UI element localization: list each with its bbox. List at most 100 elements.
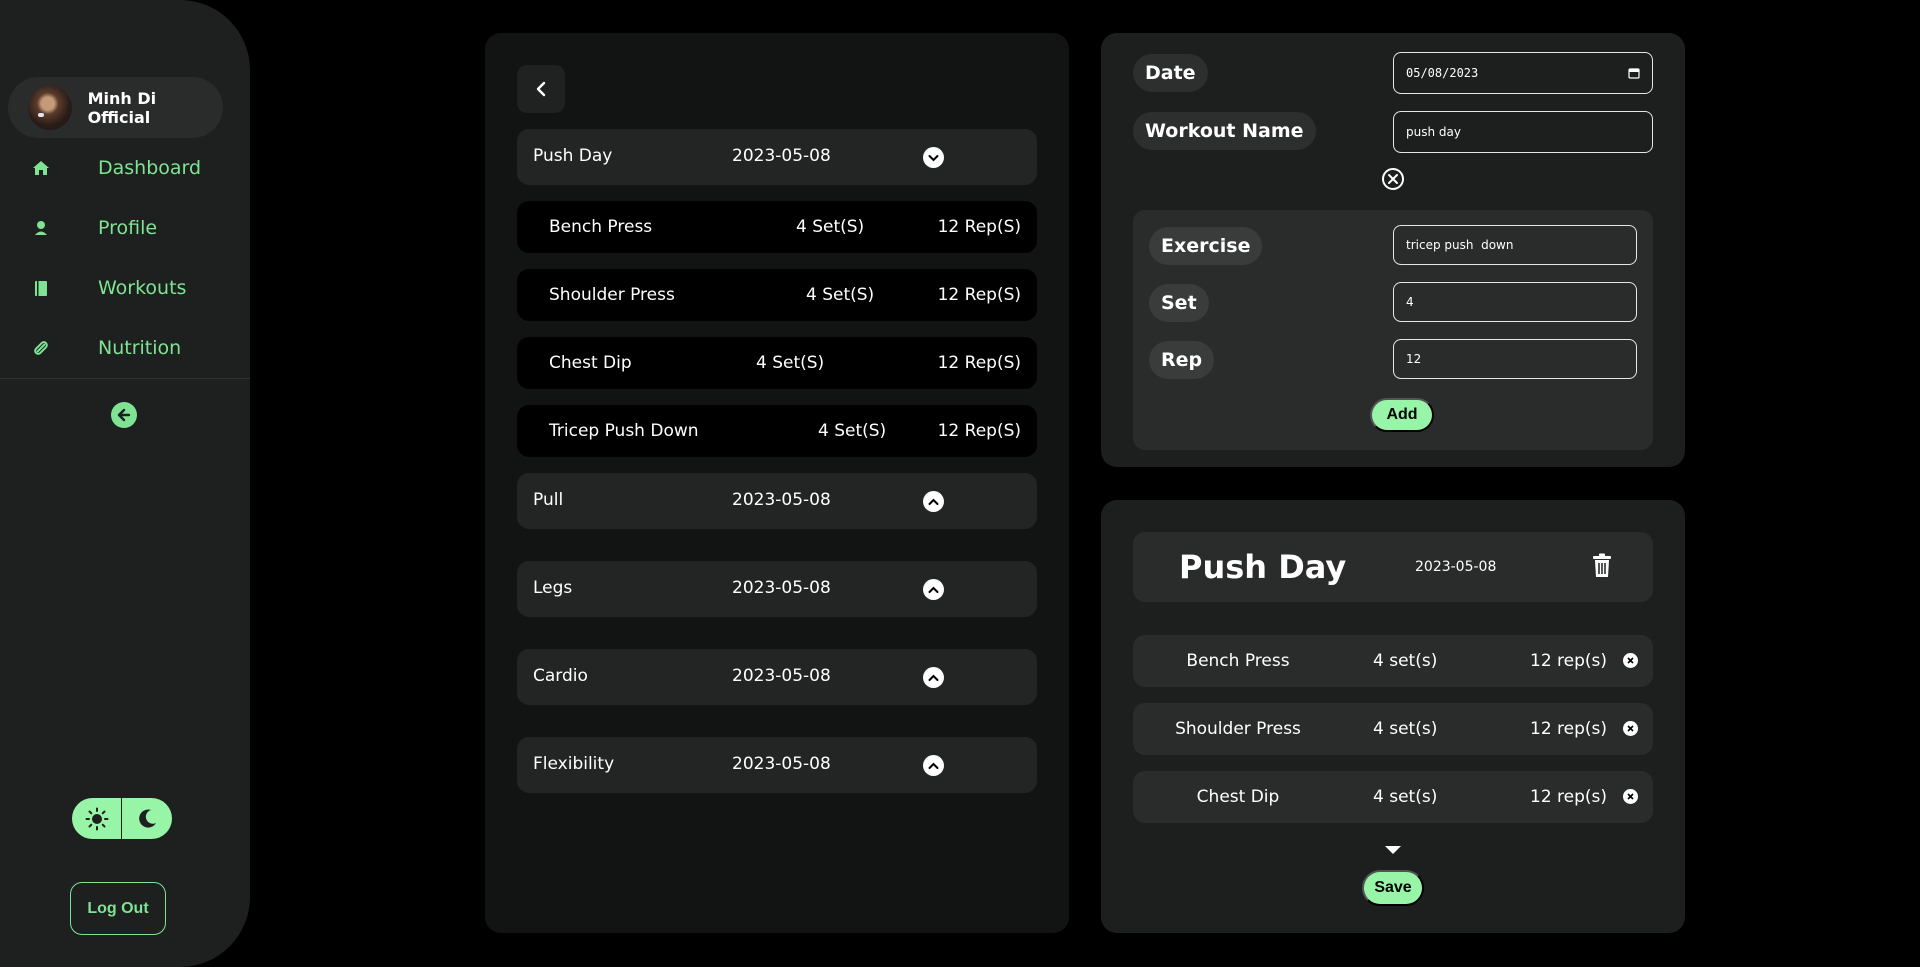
collapse-sidebar-button[interactable] [111,402,137,428]
book-icon [31,278,51,298]
arrow-left-icon [117,408,131,422]
exercise-name: Shoulder Press [549,285,675,305]
workout-name: Cardio [533,666,588,686]
workout-row-legs[interactable]: Legs 2023-05-08 [517,561,1037,617]
exercise-value: tricep push down [1406,238,1514,252]
preview-row: Shoulder Press 4 set(s) 12 rep(s) [1133,703,1653,755]
workout-name-label: Workout Name [1133,112,1316,150]
preview-exercise-sets: 4 set(s) [1373,651,1438,671]
set-label: Set [1149,284,1209,322]
sidebar-item-dashboard[interactable]: Dashboard [0,148,250,188]
preview-row: Bench Press 4 set(s) 12 rep(s) [1133,635,1653,687]
light-mode-button[interactable] [72,798,122,839]
preview-title: Push Day [1179,548,1347,586]
trash-icon[interactable] [1591,553,1613,579]
sidebar-item-label: Workouts [98,277,187,299]
chevron-up-icon[interactable] [923,491,944,512]
workout-date: 2023-05-08 [732,490,831,510]
workout-name-field[interactable]: push day [1393,111,1653,153]
preview-date: 2023-05-08 [1415,559,1497,575]
set-field[interactable]: 4 [1393,282,1637,322]
workout-row-cardio[interactable]: Cardio 2023-05-08 [517,649,1037,705]
preview-exercise-name: Shoulder Press [1175,719,1301,739]
set-value: 4 [1406,295,1414,309]
chevron-up-icon[interactable] [923,755,944,776]
preview-exercise-reps: 12 rep(s) [1530,787,1608,807]
exercise-name: Bench Press [549,217,653,237]
date-field[interactable]: 05/08/2023 [1393,52,1653,94]
exercise-sets: 4 Set(S) [818,421,887,441]
sidebar: Minh Di Official Dashboard Profile Worko… [0,0,250,967]
exercise-sets: 4 Set(S) [756,353,825,373]
remove-exercise-icon[interactable] [1623,789,1638,804]
avatar [28,85,72,130]
workout-date: 2023-05-08 [732,754,831,774]
exercise-form: Exercise tricep push down Set 4 Rep 12 A… [1133,210,1653,450]
sidebar-item-nutrition[interactable]: Nutrition [0,328,250,368]
workout-row-pull[interactable]: Pull 2023-05-08 [517,473,1037,529]
back-button[interactable] [517,65,565,113]
exercise-reps: 12 Rep(S) [937,353,1021,373]
exercise-name: Tricep Push Down [549,421,699,441]
rep-label: Rep [1149,341,1215,379]
chevron-left-icon [536,81,546,97]
exercise-reps: 12 Rep(S) [937,285,1021,305]
workout-row-flexibility[interactable]: Flexibility 2023-05-08 [517,737,1037,793]
exercise-reps: 12 Rep(S) [937,421,1021,441]
exercise-row: Bench Press 4 Set(S) 12 Rep(S) [517,201,1037,253]
add-exercise-button[interactable]: Add [1370,398,1434,432]
exercise-sets: 4 Set(S) [796,217,865,237]
remove-exercise-icon[interactable] [1623,653,1638,668]
workout-name-value: push day [1406,125,1461,139]
exercise-row: Shoulder Press 4 Set(S) 12 Rep(S) [517,269,1037,321]
workout-preview-panel: Push Day 2023-05-08 Bench Press 4 set(s)… [1101,500,1685,933]
workout-date: 2023-05-08 [732,146,831,166]
workout-name: Pull [533,490,564,510]
chevron-down-icon[interactable] [923,147,944,168]
user-icon [31,218,51,238]
chevron-up-icon[interactable] [923,579,944,600]
sidebar-item-profile[interactable]: Profile [0,208,250,248]
rep-field[interactable]: 12 [1393,339,1637,379]
save-button[interactable]: Save [1362,870,1424,906]
pills-icon [31,338,51,358]
exercise-reps: 12 Rep(S) [937,217,1021,237]
preview-exercise-sets: 4 set(s) [1373,719,1438,739]
nav-divider [0,378,250,379]
clear-form-icon[interactable] [1381,167,1405,191]
profile-card[interactable]: Minh Di Official [8,77,223,138]
sidebar-item-label: Dashboard [98,157,202,179]
home-icon [31,158,51,178]
date-label: Date [1133,54,1208,92]
workout-date: 2023-05-08 [732,666,831,686]
preview-exercise-reps: 12 rep(s) [1530,719,1608,739]
calendar-icon[interactable] [1628,67,1640,79]
workout-name: Push Day [533,146,613,166]
theme-toggle[interactable] [72,798,172,839]
moon-icon [139,809,156,828]
workout-form-panel: Date 05/08/2023 Workout Name push day Ex… [1101,33,1685,467]
exercise-sets: 4 Set(S) [806,285,875,305]
show-more-caret-icon[interactable] [1385,846,1401,854]
preview-exercise-name: Chest Dip [1196,787,1280,807]
sun-icon [85,807,108,830]
preview-row: Chest Dip 4 set(s) 12 rep(s) [1133,771,1653,823]
workout-list-panel: Push Day 2023-05-08 Bench Press 4 Set(S)… [485,33,1069,933]
preview-exercise-sets: 4 set(s) [1373,787,1438,807]
logout-button[interactable]: Log Out [70,882,166,935]
exercise-row: Tricep Push Down 4 Set(S) 12 Rep(S) [517,405,1037,457]
workout-row-push-day[interactable]: Push Day 2023-05-08 [517,129,1037,185]
rep-value: 12 [1406,352,1422,366]
chevron-up-icon[interactable] [923,667,944,688]
sidebar-item-label: Nutrition [98,337,182,359]
sidebar-item-workouts[interactable]: Workouts [0,268,250,308]
preview-exercise-name: Bench Press [1186,651,1290,671]
exercise-row: Chest Dip 4 Set(S) 12 Rep(S) [517,337,1037,389]
exercise-field[interactable]: tricep push down [1393,225,1637,265]
profile-name: Minh Di Official [87,88,157,127]
preview-exercise-reps: 12 rep(s) [1530,651,1608,671]
sidebar-item-label: Profile [98,217,158,239]
dark-mode-button[interactable] [122,798,172,839]
workout-date: 2023-05-08 [732,578,831,598]
remove-exercise-icon[interactable] [1623,721,1638,736]
